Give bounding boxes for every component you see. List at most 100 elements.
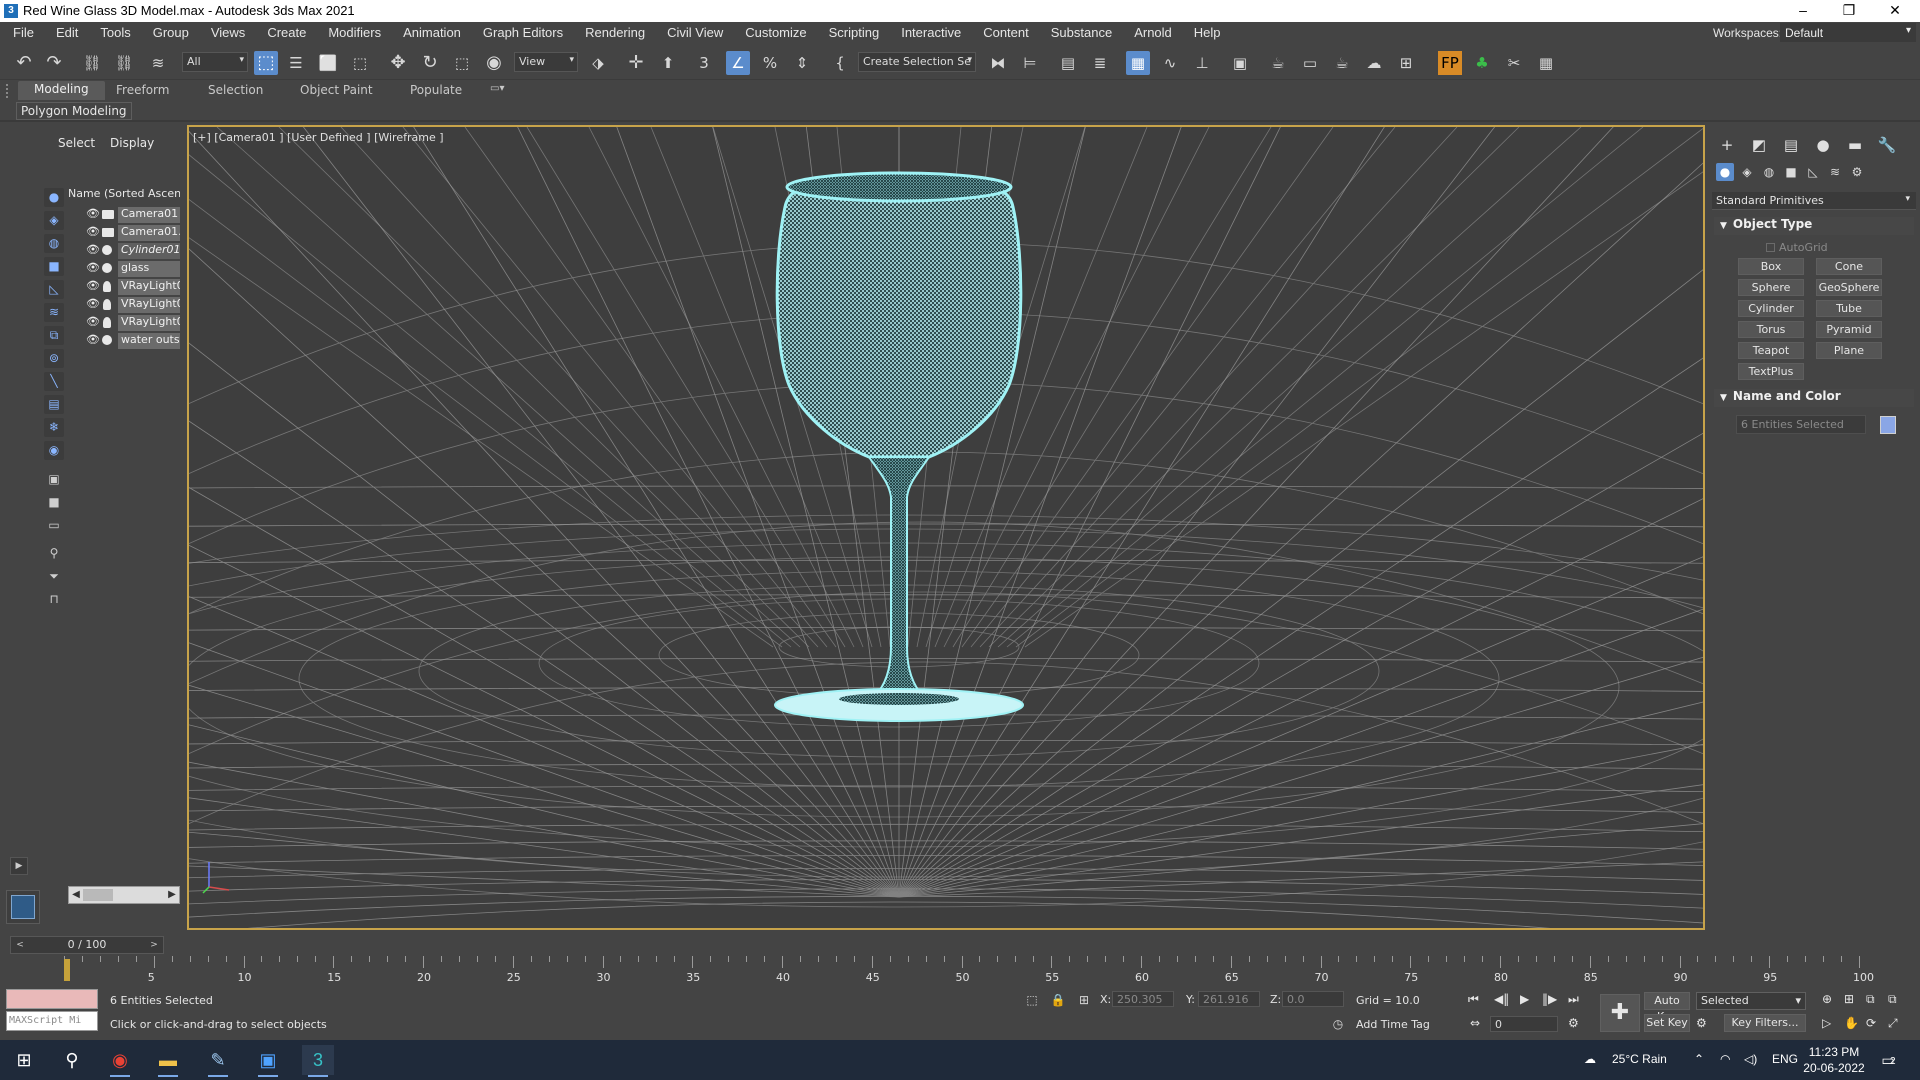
schematic-view-icon[interactable]: ⊥ — [1190, 51, 1214, 75]
show-hidden-icons-icon[interactable]: ⌃ — [1694, 1052, 1704, 1066]
display-cameras-icon[interactable]: ■ — [44, 257, 64, 276]
notepad-icon[interactable]: ✎ — [202, 1045, 234, 1077]
select-object-icon[interactable]: ⬚ — [254, 51, 278, 75]
display-space-warps-icon[interactable]: ≋ — [44, 303, 64, 322]
mirror-icon[interactable]: ⧓ — [986, 51, 1010, 75]
tab-selection[interactable]: Selection — [208, 83, 263, 97]
go-to-end-icon[interactable]: ⏭ — [1568, 992, 1579, 1007]
rotate-icon[interactable]: ↻ — [418, 51, 442, 75]
scene-object-name[interactable]: water outside — [118, 333, 180, 349]
volume-icon[interactable]: ◁) — [1744, 1052, 1757, 1066]
forest-pack-icon[interactable]: FP — [1438, 51, 1462, 75]
key-mode-dropdown[interactable]: Selected ▾ — [1696, 992, 1806, 1010]
windows-start-icon[interactable]: ⊞ — [8, 1045, 40, 1075]
rectangular-selection-icon[interactable]: ⬜ — [316, 51, 340, 75]
menu-content[interactable]: Content — [972, 22, 1040, 44]
scene-object-name[interactable]: glass — [118, 261, 180, 277]
reference-coord-dropdown[interactable]: View ▾ — [514, 52, 578, 72]
display-geometry-icon[interactable]: ● — [44, 188, 64, 207]
object-type-rollout[interactable]: ▼ Object Type — [1714, 217, 1914, 235]
select-manipulate-icon[interactable]: ✛ — [624, 51, 648, 75]
lock-icon[interactable]: 🔒 — [1050, 992, 1066, 1008]
menu-substance[interactable]: Substance — [1040, 22, 1123, 44]
display-containers-icon[interactable]: ▤ — [44, 395, 64, 414]
menu-graph-editors[interactable]: Graph Editors — [472, 22, 574, 44]
helpers-category-icon[interactable]: ◺ — [1804, 163, 1822, 181]
menu-views[interactable]: Views — [200, 22, 256, 44]
time-tag-icon[interactable]: ◷ — [1330, 1016, 1346, 1032]
wifi-icon[interactable]: ◠ — [1720, 1052, 1730, 1066]
display-none-icon[interactable]: ■ — [44, 493, 64, 512]
field-of-view-icon[interactable]: ▷ — [1822, 1016, 1831, 1030]
zoom-extents-icon[interactable]: ⧉ — [1866, 992, 1875, 1007]
next-frame-icon[interactable]: > — [147, 937, 161, 953]
object-name-field[interactable]: 6 Entities Selected — [1736, 415, 1866, 434]
isolate-selection-icon[interactable]: ⬚ — [1024, 992, 1040, 1008]
eye-icon[interactable]: 👁 — [86, 279, 100, 292]
material-editor-icon[interactable]: ▣ — [1228, 51, 1252, 75]
object-color-swatch[interactable] — [1880, 416, 1896, 434]
name-and-color-rollout[interactable]: ▼ Name and Color — [1714, 389, 1914, 407]
scroll-right-icon[interactable]: ▶ — [165, 887, 179, 903]
polygon-modeling-panel[interactable]: Polygon Modeling — [16, 102, 132, 120]
named-selection-sets-dropdown[interactable]: Create Selection Se ▾ — [858, 52, 976, 72]
menu-file[interactable]: File — [0, 22, 45, 44]
list-item[interactable]: 👁 glass — [68, 260, 180, 278]
list-item[interactable]: 👁 water outside — [68, 332, 180, 350]
list-item[interactable]: 👁 VRayLight03 — [68, 296, 180, 314]
display-groups-icon[interactable]: ⧉ — [44, 326, 64, 345]
a360-gallery-icon[interactable]: ⊞ — [1394, 51, 1418, 75]
key-filters-icon[interactable]: ⚙ — [1696, 1016, 1707, 1030]
list-item[interactable]: 👁 Cylinder01 — [68, 242, 180, 260]
systems-category-icon[interactable]: ⚙ — [1848, 163, 1866, 181]
unlink-icon[interactable]: ⛓ — [112, 51, 136, 75]
z-coordinate-field[interactable]: 0.0 — [1282, 991, 1344, 1007]
object-category-dropdown[interactable]: Standard Primitives ▾ — [1712, 192, 1916, 210]
maximize-button[interactable]: ❐ — [1826, 0, 1872, 22]
render-production-icon[interactable]: ☕ — [1330, 51, 1354, 75]
camera-viewport[interactable]: [+] [Camera01 ] [User Defined ] [Wirefra… — [187, 125, 1705, 930]
tab-populate[interactable]: Populate — [410, 83, 462, 97]
scene-object-name[interactable]: Cylinder01 — [118, 243, 180, 259]
plane-button[interactable]: Plane — [1816, 342, 1882, 359]
display-tab-icon[interactable]: ▬ — [1844, 135, 1866, 155]
photos-icon[interactable]: ▣ — [252, 1045, 284, 1077]
key-mode-toggle-icon[interactable]: ⇔ — [1470, 1016, 1480, 1030]
shapes-category-icon[interactable]: ◈ — [1738, 163, 1756, 181]
search-icon[interactable]: ⚲ — [56, 1045, 88, 1075]
menu-animation[interactable]: Animation — [392, 22, 472, 44]
curve-editor-icon[interactable]: ∿ — [1158, 51, 1182, 75]
spinner-snap-icon[interactable]: ⇕ — [790, 51, 814, 75]
move-icon[interactable]: ✥ — [386, 51, 410, 75]
tab-display[interactable]: Display — [110, 136, 154, 150]
time-slider[interactable]: < 0 / 100 > — [10, 936, 164, 954]
rendered-frame-window-icon[interactable]: ▭ — [1298, 51, 1322, 75]
hierarchy-tab-icon[interactable]: ▤ — [1780, 135, 1802, 155]
viewport-label[interactable]: [+] [Camera01 ] [User Defined ] [Wirefra… — [193, 131, 444, 144]
chrome-icon[interactable]: ◉ — [104, 1045, 136, 1077]
workspace-dropdown[interactable]: Default — [1780, 23, 1916, 42]
menu-create[interactable]: Create — [256, 22, 317, 44]
sphere-button[interactable]: Sphere — [1738, 279, 1804, 296]
display-hidden-icon[interactable]: ◉ — [44, 441, 64, 460]
modify-tab-icon[interactable]: ◩ — [1748, 135, 1770, 155]
placement-icon[interactable]: ◉ — [482, 51, 506, 75]
align-icon[interactable]: ⊨ — [1018, 51, 1042, 75]
find-icon[interactable]: ⚲ — [44, 544, 64, 563]
time-configuration-icon[interactable]: ⚙ — [1568, 1016, 1579, 1030]
auto-key-button[interactable]: Auto Key — [1644, 992, 1690, 1023]
weather-icon[interactable]: ☁ — [1584, 1052, 1596, 1066]
cone-button[interactable]: Cone — [1816, 258, 1882, 275]
display-bones-icon[interactable]: ╲ — [44, 372, 64, 391]
key-filters-button[interactable]: Key Filters... — [1724, 1014, 1806, 1032]
render-setup-icon[interactable]: ☕ — [1266, 51, 1290, 75]
zoom-extents-all-icon[interactable]: ⧉ — [1888, 992, 1897, 1007]
menu-modifiers[interactable]: Modifiers — [317, 22, 392, 44]
zoom-icon[interactable]: ⊕ — [1822, 992, 1832, 1006]
undo-icon[interactable]: ↶ — [12, 51, 36, 75]
select-by-name-icon[interactable]: ☰ — [284, 51, 308, 75]
motion-tab-icon[interactable]: ● — [1812, 135, 1834, 155]
tube-button[interactable]: Tube — [1816, 300, 1882, 317]
eye-icon[interactable]: 👁 — [86, 207, 100, 220]
display-lights-icon[interactable]: ◍ — [44, 234, 64, 253]
